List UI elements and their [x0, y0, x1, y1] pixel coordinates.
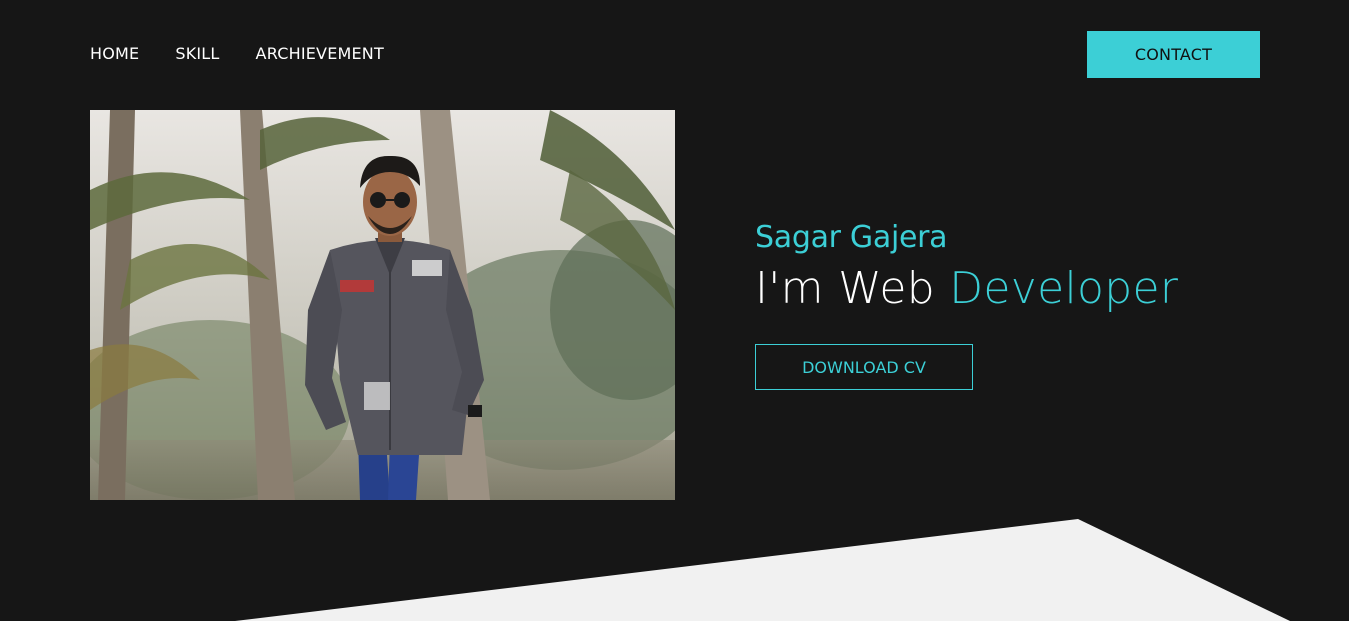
- landing-page: HOME SKILL ARCHIEVEMENT CONTACT Sagar Ga…: [0, 0, 1349, 621]
- decorative-wedge: [235, 519, 1290, 621]
- wedge-shape: [235, 519, 1290, 621]
